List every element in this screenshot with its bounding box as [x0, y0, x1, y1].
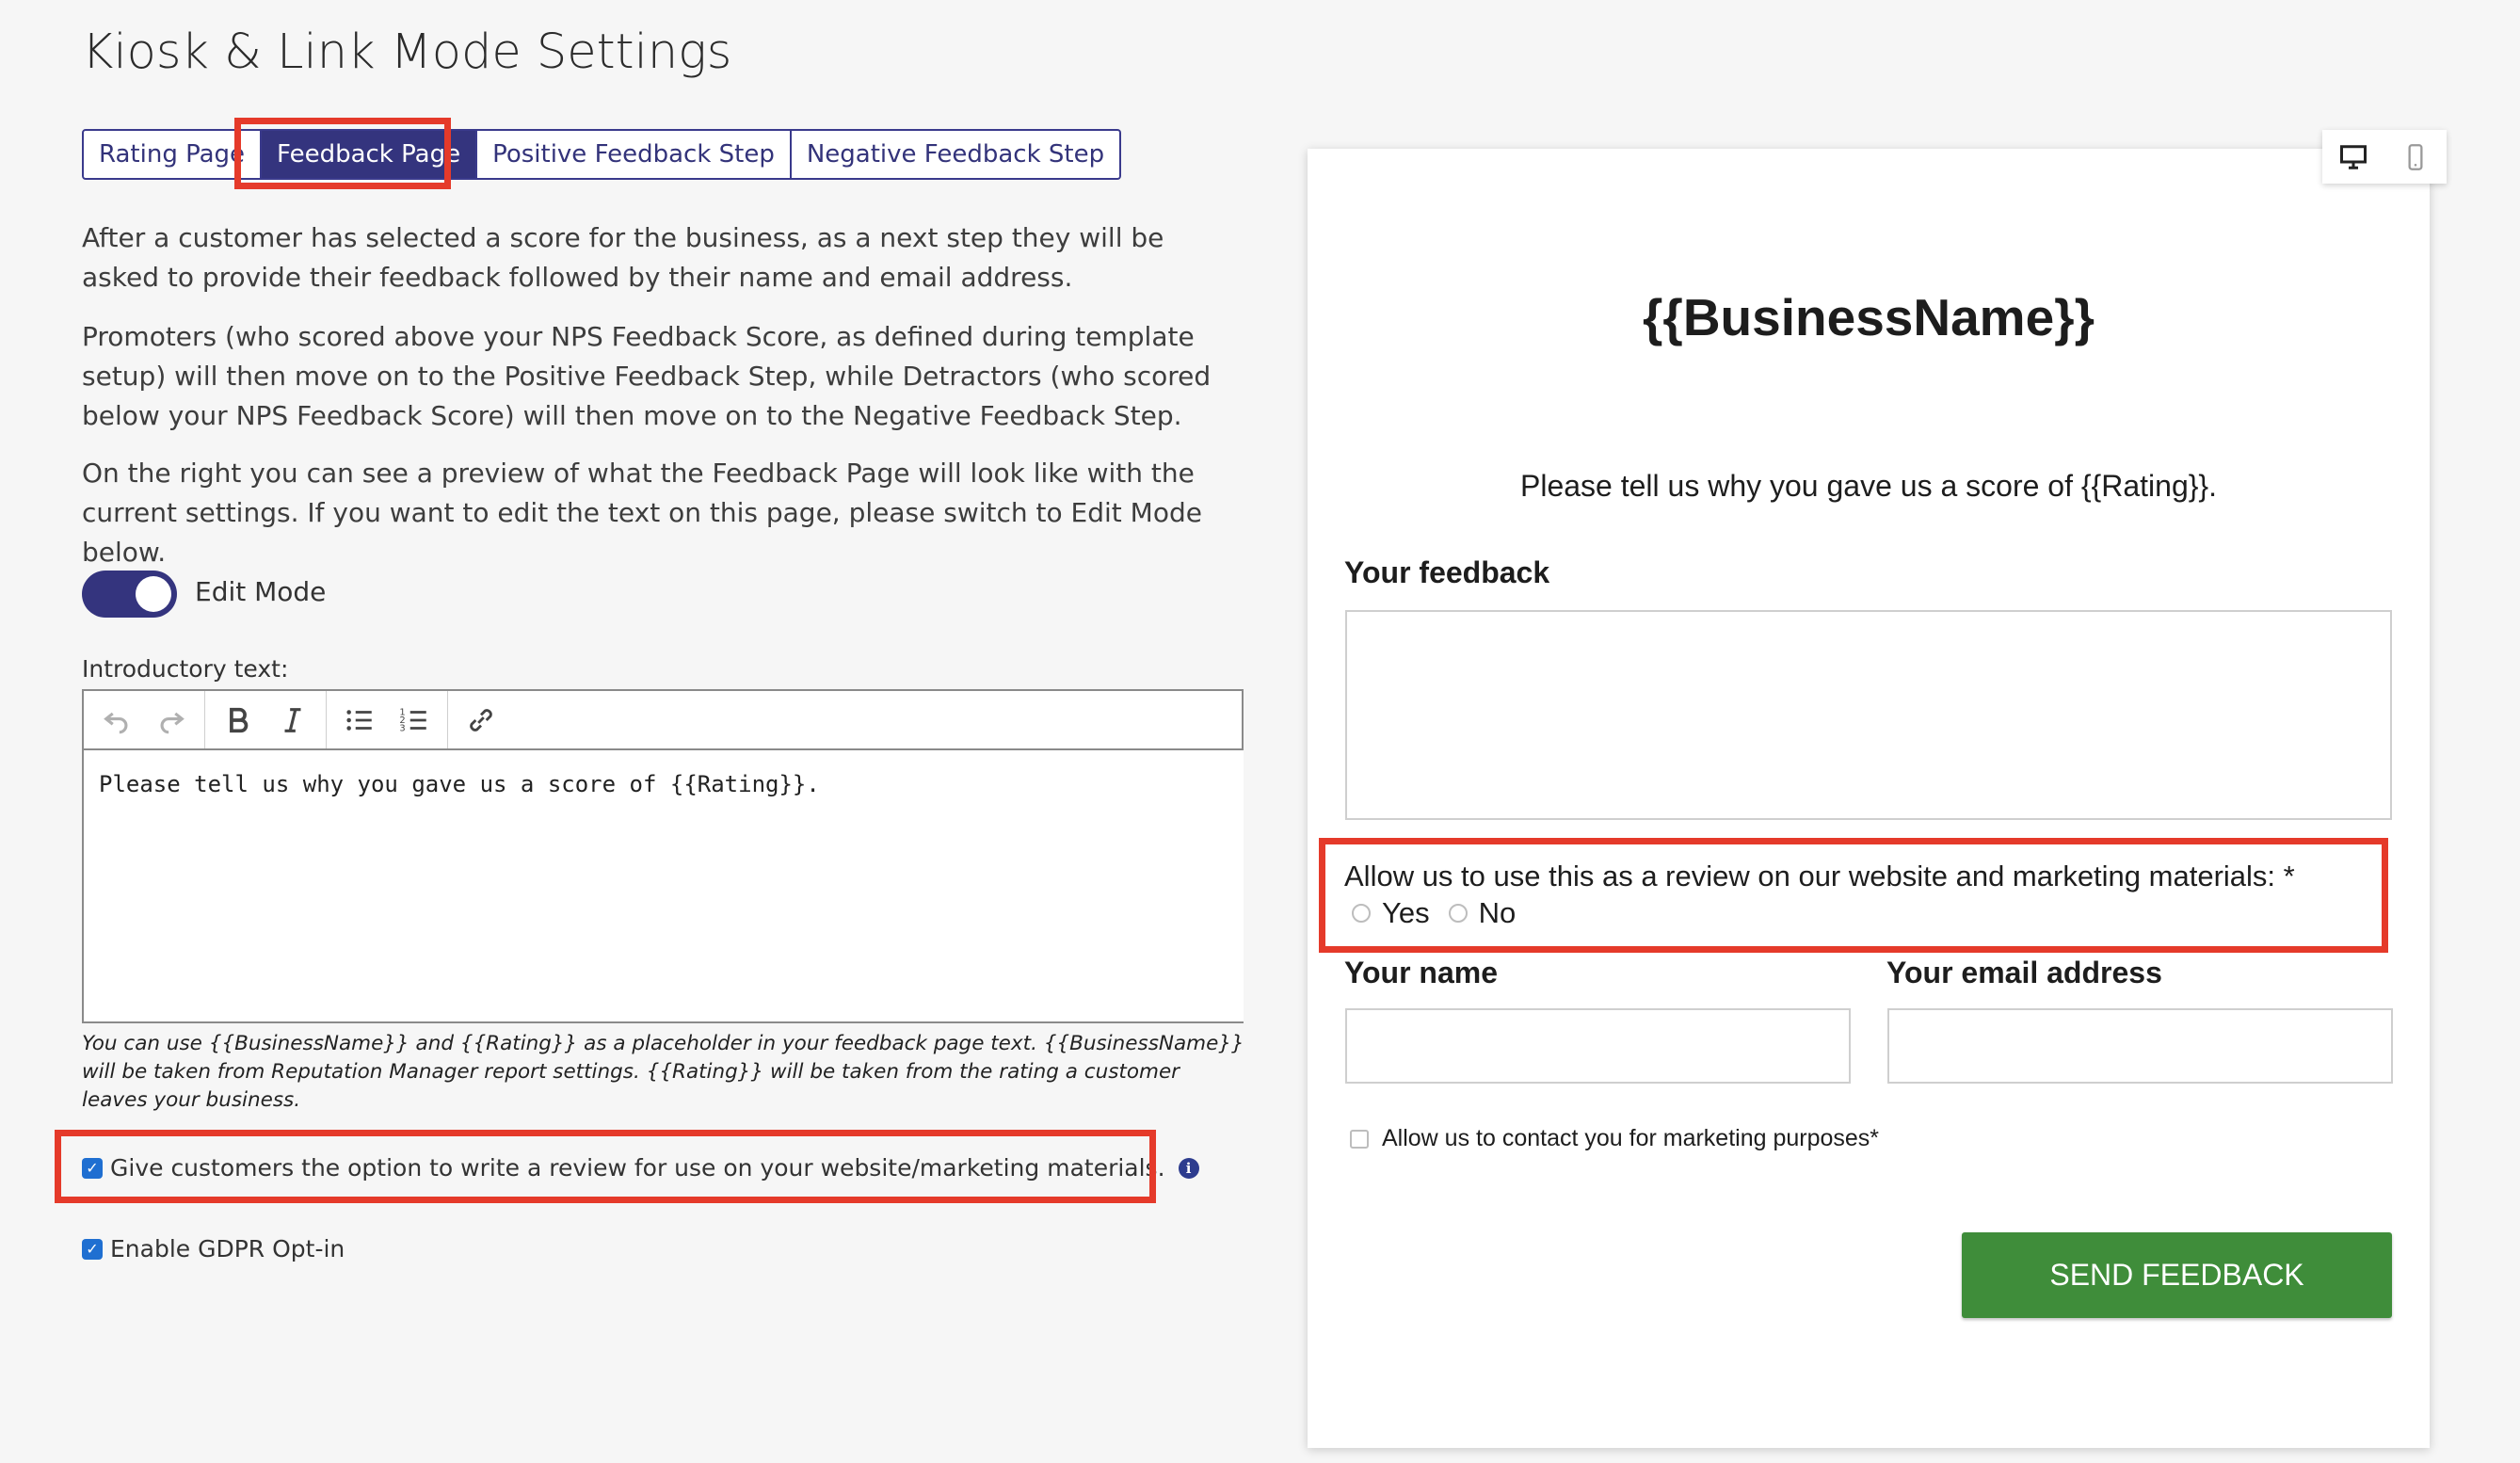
bullet-list-icon[interactable] — [332, 691, 387, 748]
preview-name-label: Your name — [1344, 956, 1498, 989]
svg-text:3: 3 — [399, 723, 405, 733]
highlight-box-review-option — [55, 1130, 1156, 1203]
highlight-box-tab — [234, 118, 451, 189]
undo-icon[interactable] — [89, 691, 144, 748]
tab-negative-feedback-step[interactable]: Negative Feedback Step — [791, 129, 1122, 180]
list-group: 123 — [327, 691, 448, 748]
format-group — [205, 691, 327, 748]
numbered-list-icon[interactable]: 123 — [387, 691, 441, 748]
introductory-text-editor[interactable]: Please tell us why you gave us a score o… — [82, 750, 1244, 1023]
highlight-box-review-question — [1319, 838, 2388, 953]
preview-name-input[interactable] — [1345, 1008, 1851, 1084]
desktop-icon[interactable] — [2322, 130, 2384, 184]
redo-icon[interactable] — [144, 691, 199, 748]
preview-feedback-label: Your feedback — [1344, 555, 1550, 589]
preview-feedback-textarea[interactable] — [1345, 610, 2392, 820]
preview-marketing-checkbox[interactable] — [1350, 1129, 1369, 1149]
info-icon[interactable]: i — [1178, 1157, 1199, 1179]
device-toggle — [2322, 130, 2447, 184]
bold-icon[interactable] — [211, 691, 265, 748]
tab-positive-feedback-step[interactable]: Positive Feedback Step — [477, 129, 792, 180]
page-title: Kiosk & Link Mode Settings — [82, 24, 732, 80]
editor-toolbar: 123 — [82, 689, 1244, 750]
description-paragraph-3: On the right you can see a preview of wh… — [82, 458, 1202, 568]
preview-send-feedback-button[interactable]: SEND FEEDBACK — [1962, 1232, 2392, 1318]
gdpr-checkbox[interactable]: ✓ — [82, 1238, 103, 1260]
edit-mode-toggle[interactable] — [82, 571, 177, 618]
description-paragraph-1: After a customer has selected a score fo… — [82, 222, 1164, 293]
link-group — [448, 691, 514, 748]
link-icon[interactable] — [454, 691, 508, 748]
gdpr-row: ✓ Enable GDPR Opt-in — [82, 1235, 345, 1262]
gdpr-label: Enable GDPR Opt-in — [110, 1235, 345, 1262]
preview-marketing-consent-row: Allow us to contact you for marketing pu… — [1350, 1125, 1879, 1152]
toggle-knob — [136, 576, 171, 612]
introductory-text-label: Introductory text: — [82, 655, 289, 683]
edit-mode-label: Edit Mode — [195, 576, 327, 607]
preview-email-input[interactable] — [1887, 1008, 2393, 1084]
preview-marketing-label: Allow us to contact you for marketing pu… — [1382, 1125, 1880, 1151]
history-group — [84, 691, 205, 748]
placeholder-hint: You can use {{BusinessName}} and {{Ratin… — [82, 1032, 1244, 1112]
description-paragraph-2: Promoters (who scored above your NPS Fee… — [82, 321, 1212, 431]
preview-email-label: Your email address — [1886, 956, 2162, 989]
preview-business-name: {{BusinessName}} — [1643, 288, 2095, 346]
italic-icon[interactable] — [265, 691, 320, 748]
preview-intro-text: Please tell us why you gave us a score o… — [1519, 469, 2217, 503]
mobile-icon[interactable] — [2384, 130, 2447, 184]
